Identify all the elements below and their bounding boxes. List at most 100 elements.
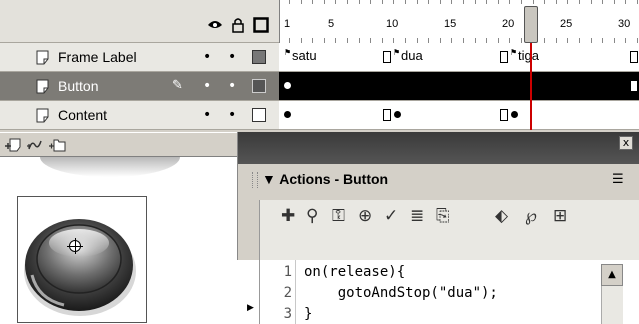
code-line[interactable]: 2 gotoAndStop("dua"); <box>260 285 600 306</box>
ruler-tick <box>370 0 372 4</box>
layer-name-cell[interactable]: Frame Label • • <box>0 43 279 72</box>
visibility-dot[interactable]: • <box>203 79 211 93</box>
script-assist-icon[interactable]: ℘ <box>525 206 537 226</box>
lock-dot[interactable]: • <box>228 108 236 122</box>
layer-name-cell[interactable]: Content • • <box>0 101 279 130</box>
ruler-tick <box>613 0 615 4</box>
code-line[interactable]: 3 } <box>260 306 600 324</box>
lock-icon[interactable] <box>229 16 247 34</box>
actions-panel-title-text: Actions - Button <box>279 171 389 187</box>
code-line[interactable]: 1 on(release){ <box>260 264 600 285</box>
ruler-tick <box>451 0 453 4</box>
debug-options-icon[interactable]: ⬖ <box>495 206 508 226</box>
add-statement-icon[interactable]: ✚ <box>281 206 295 226</box>
playhead-line <box>530 43 532 130</box>
panel-options-menu-icon[interactable]: ☰ <box>612 172 624 187</box>
actions-panel-title[interactable]: ▼ Actions - Button <box>262 171 388 187</box>
timeline-panel: 1 5 10 15 20 25 30 Frame Label • • ⚑ sat… <box>0 0 639 132</box>
add-guide-layer-icon[interactable] <box>26 137 44 157</box>
line-number: 1 <box>283 264 292 280</box>
keyframe-end-marker <box>383 51 391 63</box>
visibility-dot[interactable]: • <box>203 108 211 122</box>
ruler-number: 20 <box>502 18 515 30</box>
code-text[interactable]: on(release){ <box>304 264 405 280</box>
outline-color-box[interactable] <box>252 50 266 64</box>
ruler-number: 15 <box>444 18 457 30</box>
layer-row-content[interactable]: Content • • <box>0 101 639 130</box>
ruler-tick <box>521 0 522 4</box>
layer-icon <box>36 108 49 123</box>
ruler-tick <box>393 0 395 4</box>
ruler-tick <box>625 0 627 4</box>
add-layer-icon[interactable] <box>4 137 22 157</box>
close-button[interactable]: x <box>619 136 633 150</box>
keyframe-dot <box>511 111 518 118</box>
keyframe-end-marker <box>630 51 638 63</box>
insert-target-path-icon[interactable]: ⊕ <box>358 206 372 226</box>
ruler-tick <box>335 0 337 4</box>
visibility-dot[interactable]: • <box>203 50 211 64</box>
ruler-tick <box>532 0 534 4</box>
ruler-tick <box>555 0 557 4</box>
layer-row-frame-label[interactable]: Frame Label • • ⚑ satu ⚑ dua ⚑ tiga <box>0 43 639 72</box>
pencil-icon: ✎ <box>172 78 183 93</box>
ruler-tick <box>405 0 406 4</box>
round-button-graphic <box>24 219 136 316</box>
code-gutter-divider <box>295 260 296 324</box>
layer-frames[interactable]: ⚑ satu ⚑ dua ⚑ tiga <box>279 43 639 72</box>
ruler-tick <box>602 0 604 4</box>
show-code-hint-icon[interactable]: ⎘ <box>436 206 450 226</box>
layer-name: Frame Label <box>58 49 137 65</box>
layer-name-cell[interactable]: Button ✎ • • <box>0 72 279 101</box>
panel-dock-bar <box>237 132 639 164</box>
lock-dot[interactable]: • <box>228 79 236 93</box>
layer-frames[interactable] <box>279 72 639 101</box>
line-number: 3 <box>283 306 292 322</box>
lock-dot[interactable]: • <box>228 50 236 64</box>
ruler-tick <box>579 0 580 4</box>
outline-icon[interactable] <box>252 16 270 34</box>
label-flag-icon: ⚑ <box>284 48 292 57</box>
expand-arrow-icon[interactable]: ▶ <box>247 303 254 313</box>
button-symbol-bounds[interactable] <box>17 196 147 323</box>
layer-row-button[interactable]: Button ✎ • • <box>0 72 639 101</box>
ruler-tick <box>347 0 348 4</box>
eye-icon[interactable] <box>206 16 224 34</box>
auto-format-icon[interactable]: ≣ <box>410 206 424 226</box>
keyframe-end-marker <box>630 80 638 92</box>
outline-color-box[interactable] <box>252 108 266 122</box>
layer-name: Button <box>58 78 99 94</box>
ruler-tick <box>312 0 314 4</box>
playhead-handle[interactable] <box>524 6 538 43</box>
shadow-shape <box>40 157 180 177</box>
check-syntax-icon[interactable]: ✓ <box>384 206 398 226</box>
ruler-tick <box>416 0 418 4</box>
add-folder-icon[interactable] <box>48 137 66 157</box>
scroll-up-button[interactable]: ▲ <box>601 264 623 286</box>
ruler-tick <box>323 0 325 4</box>
label-flag-icon: ⚑ <box>393 48 401 57</box>
ruler-tick <box>509 0 511 4</box>
collapse-triangle-icon[interactable]: ▼ <box>262 171 279 187</box>
ruler-tick <box>486 0 488 4</box>
layer-name: Content <box>58 107 108 123</box>
script-editor[interactable]: 1 on(release){ 2 gotoAndStop("dua"); 3 } <box>259 260 639 324</box>
outline-color-box[interactable] <box>252 79 266 93</box>
panel-grip-icon[interactable] <box>252 172 258 188</box>
code-text[interactable]: gotoAndStop("dua"); <box>304 285 498 301</box>
label-flag-icon: ⚑ <box>510 48 518 57</box>
frame-ruler[interactable]: 1 5 10 15 20 25 30 <box>279 0 639 43</box>
keyframe-dot <box>284 111 291 118</box>
layer-icon <box>36 79 49 94</box>
find-replace-icon[interactable]: ⚿ <box>332 206 345 226</box>
layer-frames[interactable] <box>279 101 639 130</box>
code-text[interactable]: } <box>304 306 312 322</box>
stage-canvas[interactable] <box>0 157 237 324</box>
view-options-icon[interactable]: ⊞ <box>553 206 567 226</box>
layer-icon <box>36 50 49 65</box>
keyframe-end-marker <box>500 51 508 63</box>
registration-point-icon <box>67 238 83 254</box>
frame-label: dua <box>401 48 423 63</box>
ruler-tick <box>474 0 476 4</box>
find-icon[interactable]: ⚲ <box>306 206 318 226</box>
